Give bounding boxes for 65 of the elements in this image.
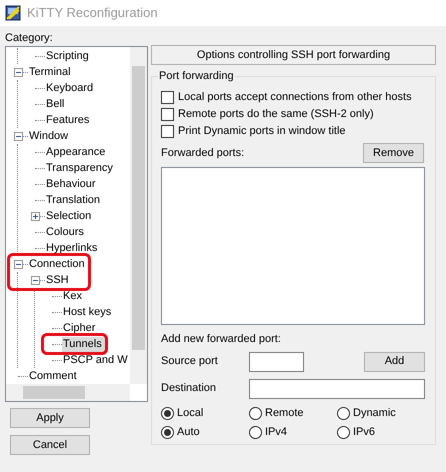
radio-label: Local [177,406,204,422]
source-port-label: Source port [161,354,219,370]
radio-button[interactable] [249,426,262,439]
tree-item[interactable]: Translation [45,192,102,208]
tree-item[interactable]: Kex [62,288,83,304]
vertical-scrollbar[interactable] [130,47,147,384]
checkbox-label: Print Dynamic ports in window title [178,124,346,140]
checkbox[interactable] [161,108,174,121]
scrollbar-thumb[interactable] [132,66,145,350]
tree-item[interactable]: Hyperlinks [45,240,98,256]
tree-item[interactable]: Window [28,128,70,144]
radio-label: Dynamic [353,406,396,422]
forwarded-ports-label: Forwarded ports: [161,146,244,161]
source-port-field[interactable] [249,352,304,372]
destination-field[interactable] [249,378,425,398]
tree-item[interactable]: Keyboard [45,80,94,96]
tree-item[interactable]: SSH [45,272,74,288]
category-tree[interactable]: Scripting Terminal Keyboard Bell Features Window Appearance Transparency Behaviour Translation Selection Colours Hyperlinks Connection SSH Kex Host keys Cipher Tunnels PSCP and W Comment [5,46,148,402]
tree-item[interactable]: Host keys [62,304,112,320]
radio-label: IPv4 [265,425,288,440]
radio-button[interactable] [337,407,350,420]
group-title: Port forwarding [158,69,235,83]
collapse-icon[interactable] [14,260,23,268]
radio-button[interactable] [337,426,350,439]
tree-item[interactable]: Comment [28,368,78,384]
radio-button[interactable] [249,407,262,420]
window-title: KiTTY Reconfiguration [27,4,158,22]
radio-button[interactable] [161,407,174,420]
horizontal-scrollbar[interactable] [6,384,130,401]
tree-item[interactable]: Scripting [45,48,90,64]
checkbox-label: Local ports accept connections from other hosts [178,90,412,106]
expand-icon[interactable] [31,212,40,220]
collapse-icon[interactable] [14,68,23,76]
section-header: Options controlling SSH port forwarding [151,45,436,65]
tree-item[interactable]: Bell [45,96,66,112]
add-port-label: Add new forwarded port: [161,333,281,345]
checkbox[interactable] [161,91,174,104]
tree-item[interactable]: Colours [45,224,85,240]
radio-button[interactable] [161,426,174,439]
tree-item[interactable]: Cipher [62,320,96,336]
radio-label: Remote [265,406,304,422]
dialog-button[interactable]: Apply [10,408,90,428]
remove-button[interactable]: Remove [363,143,424,163]
tree-item[interactable]: Connection [28,256,90,272]
scrollbar-thumb[interactable] [23,386,85,399]
tree-item[interactable]: Appearance [45,144,106,160]
tree-item[interactable]: Transparency [45,160,114,176]
category-label: Category: [5,31,53,46]
tree-item[interactable]: Behaviour [45,176,97,192]
checkbox[interactable] [161,125,174,138]
tree-item[interactable]: Features [45,112,90,128]
checkbox-label: Remote ports do the same (SSH-2 only) [178,107,374,122]
tree-item[interactable]: Terminal [28,64,72,80]
dialog-button[interactable]: Cancel [10,435,90,455]
app-icon [5,5,21,21]
forwarded-ports-list[interactable] [161,167,425,325]
collapse-icon[interactable] [31,276,40,284]
radio-label: IPv6 [353,425,376,440]
radio-label: Auto [177,425,200,440]
tree-item[interactable]: Selection [45,208,92,224]
add-button[interactable]: Add [364,352,425,372]
destination-label: Destination [161,381,218,396]
collapse-icon[interactable] [14,132,23,140]
tree-item[interactable]: PSCP and W [62,352,129,368]
tree-item[interactable]: Tunnels [62,336,107,352]
